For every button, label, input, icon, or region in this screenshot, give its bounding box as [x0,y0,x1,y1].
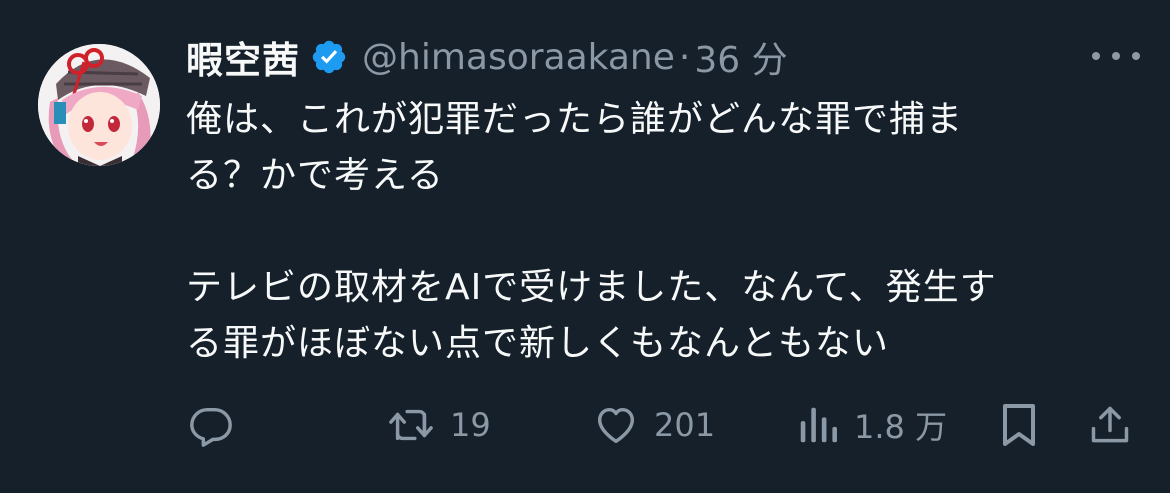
like-button[interactable]: 201 [592,398,715,452]
user-handle[interactable]: @himasoraakane [362,37,675,78]
avatar-illustration [38,44,160,166]
more-dot [1112,52,1120,60]
reply-button[interactable] [188,398,234,452]
more-options-icon[interactable] [1092,38,1140,74]
tweet-header: 暇空茜 @himasoraakane · 36 分 [186,30,788,84]
tweet-text: 俺は、これが犯罪だったら誰がどんな罪で捕ま る？かで考える テレビの取材をAIで… [186,99,997,364]
verified-badge-icon [310,38,348,76]
retweet-count: 19 [450,406,491,444]
share-icon [1091,406,1129,443]
retweet-button[interactable]: 19 [386,398,491,452]
action-bar: 19 201 1.8 万 [0,398,1170,452]
bookmark-icon [1003,404,1035,446]
more-dot [1132,52,1140,60]
heart-icon [597,407,635,444]
views-count: 1.8 万 [854,408,948,446]
avatar[interactable] [38,44,160,166]
bookmark-button[interactable] [998,398,1040,452]
views-icon [800,407,837,443]
views-button[interactable]: 1.8 万 [796,398,947,452]
tweet: 暇空茜 @himasoraakane · 36 分 俺は、これが犯罪だったら誰が… [0,0,1170,493]
like-count: 201 [654,406,716,444]
retweet-icon [389,409,433,441]
reply-icon [190,407,232,447]
separator-dot: · [678,36,691,78]
display-name[interactable]: 暇空茜 [186,30,300,84]
timestamp[interactable]: 36 分 [694,31,787,83]
share-button[interactable] [1088,398,1132,452]
more-dot [1092,52,1100,60]
